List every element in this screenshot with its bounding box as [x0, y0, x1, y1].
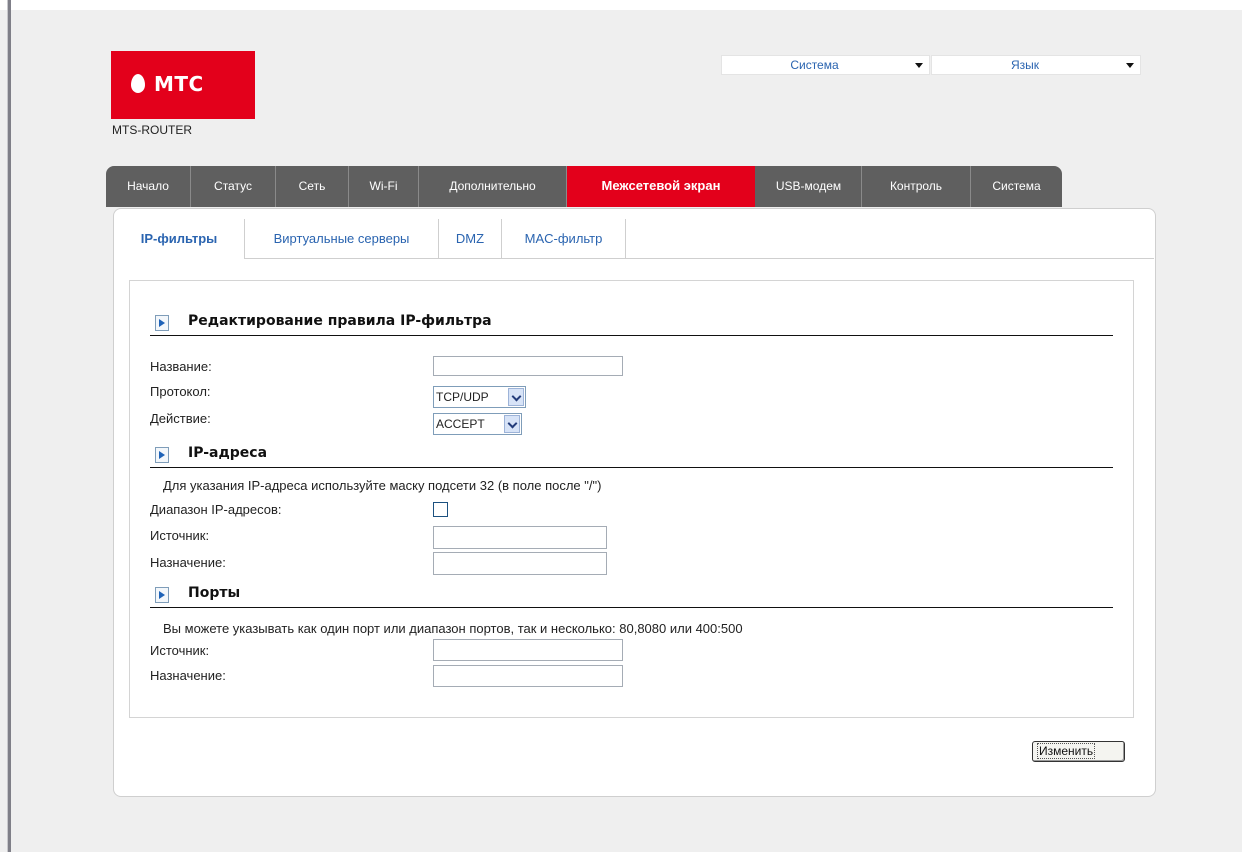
port-source-label: Источник: — [150, 643, 210, 658]
protocol-value: TCP/UDP — [436, 390, 489, 404]
protocol-select[interactable]: TCP/UDP — [433, 386, 526, 408]
form-box: Редактирование правила IP-фильтра Назван… — [129, 280, 1134, 718]
nav-tab-status[interactable]: Статус — [191, 166, 276, 207]
system-dropdown-label: Система — [790, 58, 839, 72]
section-arrow-icon — [155, 315, 169, 331]
name-label: Название: — [150, 359, 212, 374]
nav-tab-system[interactable]: Система — [971, 166, 1062, 207]
language-dropdown[interactable]: Язык — [931, 55, 1141, 75]
port-source-input[interactable] — [433, 639, 623, 661]
nav-tab-home[interactable]: Начало — [106, 166, 191, 207]
section-arrow-icon — [155, 587, 169, 603]
section-ports: Порты — [150, 585, 1113, 608]
nav-tab-control[interactable]: Контроль — [862, 166, 971, 207]
change-button-label: Изменить — [1037, 743, 1096, 759]
main-navigation: Начало Статус Сеть Wi-Fi Дополнительно М… — [106, 166, 1062, 207]
ip-range-checkbox[interactable] — [433, 502, 448, 517]
section-rule-edit: Редактирование правила IP-фильтра — [150, 313, 1113, 336]
action-label: Действие: — [150, 411, 211, 426]
port-destination-label: Назначение: — [150, 668, 226, 683]
language-dropdown-label: Язык — [1010, 58, 1040, 72]
nav-tab-firewall[interactable]: Межсетевой экран — [567, 166, 755, 207]
top-strip — [0, 0, 1242, 10]
section-ip-addresses: IP-адреса — [150, 445, 1113, 468]
ip-hint: Для указания IP-адреса используйте маску… — [163, 478, 602, 493]
ip-range-label: Диапазон IP-адресов: — [150, 502, 282, 517]
subtab-baseline — [244, 258, 1154, 259]
subtab-divider — [244, 219, 245, 259]
nav-tab-advanced[interactable]: Дополнительно — [419, 166, 567, 207]
port-destination-input[interactable] — [433, 665, 623, 687]
ip-destination-label: Назначение: — [150, 555, 226, 570]
content-panel: IP-фильтры Виртуальные серверы DMZ MAC-ф… — [113, 208, 1156, 797]
subtab-ip-filters[interactable]: IP-фильтры — [114, 219, 245, 259]
ip-source-label: Источник: — [150, 528, 210, 543]
ip-destination-input[interactable] — [433, 552, 607, 575]
chevron-down-icon — [508, 388, 524, 406]
egg-icon — [131, 74, 145, 93]
subtab-dmz[interactable]: DMZ — [439, 219, 502, 259]
chevron-down-icon — [504, 415, 520, 433]
subtab-virtual-servers[interactable]: Виртуальные серверы — [245, 219, 439, 259]
change-button[interactable]: Изменить — [1032, 741, 1125, 762]
section-arrow-icon — [155, 447, 169, 463]
section-title: Редактирование правила IP-фильтра — [188, 313, 492, 329]
system-dropdown[interactable]: Система — [721, 55, 930, 75]
nav-tab-network[interactable]: Сеть — [276, 166, 349, 207]
action-value: ACCEPT — [436, 417, 485, 431]
window-left-border — [7, 0, 11, 852]
subtab-mac-filter[interactable]: MAC-фильтр — [502, 219, 626, 259]
ports-hint: Вы можете указывать как один порт или ди… — [163, 621, 743, 636]
section-title: Порты — [188, 585, 241, 601]
mts-logo: МТС — [111, 51, 255, 119]
section-title: IP-адреса — [188, 445, 268, 461]
logo-text: МТС — [154, 72, 204, 96]
nav-tab-usb-modem[interactable]: USB-модем — [756, 166, 862, 207]
dropdown-arrow-icon — [915, 63, 923, 68]
name-input[interactable] — [433, 356, 623, 376]
nav-tab-wifi[interactable]: Wi-Fi — [349, 166, 419, 207]
dropdown-arrow-icon — [1126, 63, 1134, 68]
router-model: MTS-ROUTER — [112, 123, 192, 137]
action-select[interactable]: ACCEPT — [433, 413, 522, 435]
protocol-label: Протокол: — [150, 384, 211, 399]
ip-source-input[interactable] — [433, 526, 607, 549]
